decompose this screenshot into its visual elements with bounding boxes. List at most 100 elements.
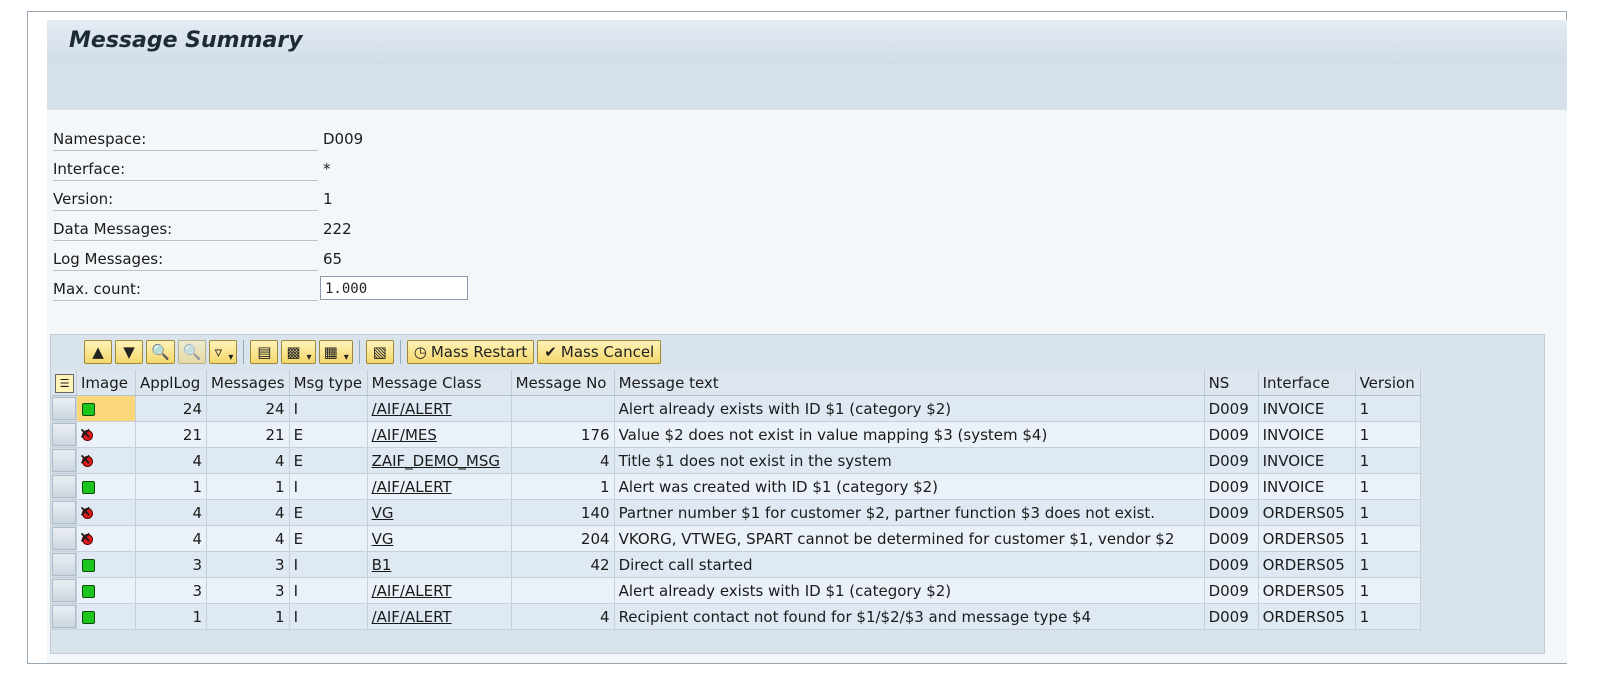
message-class-cell[interactable]: VG bbox=[367, 499, 512, 526]
col-appllog[interactable]: ApplLog bbox=[135, 370, 207, 396]
field-label: Interface: bbox=[53, 158, 318, 181]
mass-cancel-button[interactable]: ✔ Mass Cancel bbox=[537, 340, 662, 364]
row-selector[interactable] bbox=[52, 421, 77, 448]
message-class-cell[interactable]: /AIF/ALERT bbox=[367, 603, 512, 630]
col-version[interactable]: Version bbox=[1355, 370, 1421, 396]
details-icon[interactable]: ▲ bbox=[84, 340, 112, 364]
message-class-link[interactable]: /AIF/ALERT bbox=[372, 400, 452, 418]
appllog-cell[interactable]: 4 bbox=[135, 447, 207, 474]
table-row[interactable]: × 21 21 E/AIF/MES 176 Value $2 does not exist… bbox=[52, 421, 1421, 448]
mass-restart-button[interactable]: ◷ Mass Restart bbox=[406, 340, 535, 364]
status-image-cell[interactable]: × bbox=[76, 499, 136, 526]
table-row[interactable]: × 4 4 E VG 140 Partner number $1 for customer … bbox=[52, 499, 1421, 526]
message-class-link[interactable]: ZAIF_DEMO_MSG bbox=[372, 452, 500, 470]
message-class-link[interactable]: /AIF/ALERT bbox=[372, 478, 452, 496]
messages-cell[interactable]: 3 bbox=[206, 551, 290, 578]
table-row[interactable]: 3 3 I B1 42 Direct call started D009 ORDERS05 1 bbox=[52, 551, 1421, 578]
status-image-cell[interactable] bbox=[76, 551, 136, 578]
status-image-cell[interactable] bbox=[76, 473, 136, 500]
messages-cell[interactable]: 21 bbox=[206, 421, 290, 448]
row-selector[interactable] bbox=[52, 525, 77, 552]
message-class-link[interactable]: VG bbox=[372, 504, 394, 522]
status-image-cell[interactable] bbox=[76, 395, 136, 422]
row-selector[interactable] bbox=[52, 473, 77, 500]
row-selector[interactable] bbox=[52, 499, 77, 526]
msg-type-cell: E bbox=[289, 499, 368, 526]
ns-cell: D009 bbox=[1204, 603, 1259, 630]
table-row[interactable]: × 4 4 E VG 204 VKORG, VTWEG, SPART cannot be d… bbox=[52, 525, 1421, 552]
message-class-cell[interactable]: VG bbox=[367, 525, 512, 552]
select-all-icon[interactable]: ☰ bbox=[55, 373, 74, 393]
appllog-cell[interactable]: 1 bbox=[135, 603, 207, 630]
messages-cell[interactable]: 3 bbox=[206, 577, 290, 604]
messages-cell[interactable]: 4 bbox=[206, 499, 290, 526]
select-all-cell[interactable]: ☰ bbox=[52, 370, 77, 396]
appllog-cell[interactable]: 3 bbox=[135, 577, 207, 604]
filter-icon[interactable]: ▿ bbox=[209, 340, 238, 364]
col-image[interactable]: Image bbox=[76, 370, 136, 396]
appllog-cell[interactable]: 21 bbox=[135, 421, 207, 448]
status-image-cell[interactable] bbox=[76, 603, 136, 630]
find-next-icon[interactable]: 🔍 bbox=[177, 340, 207, 364]
table-row[interactable]: 24 24 I/AIF/ALERT Alert already exists with… bbox=[52, 395, 1421, 422]
status-image-cell[interactable]: × bbox=[76, 421, 136, 448]
max-count-input[interactable]: 1.000 bbox=[320, 276, 468, 300]
message-class-link[interactable]: /AIF/ALERT bbox=[372, 608, 452, 626]
messages-cell[interactable]: 4 bbox=[206, 525, 290, 552]
message-no-cell: 42 bbox=[511, 551, 615, 578]
message-text-cell: Title $1 does not exist in the system bbox=[614, 447, 1205, 474]
message-class-cell[interactable]: /AIF/ALERT bbox=[367, 473, 512, 500]
green-status-icon bbox=[82, 584, 95, 598]
message-class-cell[interactable]: /AIF/ALERT bbox=[367, 395, 512, 422]
row-selector[interactable] bbox=[52, 447, 77, 474]
col-messages[interactable]: Messages bbox=[206, 370, 290, 396]
status-image-cell[interactable] bbox=[76, 577, 136, 604]
find-icon[interactable]: 🔍 bbox=[146, 340, 175, 364]
col-message-text[interactable]: Message text bbox=[614, 370, 1205, 396]
message-class-link[interactable]: /AIF/ALERT bbox=[372, 582, 452, 600]
message-class-cell[interactable]: /AIF/ALERT bbox=[367, 577, 512, 604]
message-text-cell: Value $2 does not exist in value mapping… bbox=[614, 421, 1205, 448]
messages-cell[interactable]: 24 bbox=[206, 395, 290, 422]
col-ns[interactable]: NS bbox=[1204, 370, 1259, 396]
message-class-cell[interactable]: B1 bbox=[367, 551, 512, 578]
status-image-cell[interactable]: × bbox=[76, 525, 136, 552]
col-message-no[interactable]: Message No bbox=[511, 370, 615, 396]
message-no-cell bbox=[511, 577, 615, 604]
abc-analysis-icon[interactable]: ▧ bbox=[365, 340, 394, 364]
export-icon[interactable]: ▩ bbox=[281, 340, 316, 364]
messages-cell[interactable]: 1 bbox=[206, 603, 290, 630]
table-row[interactable]: × 4 4 E ZAIF_DEMO_MSG 4 Title $1 does not exis… bbox=[52, 447, 1421, 474]
appllog-cell[interactable]: 1 bbox=[135, 473, 207, 500]
print-preview-icon[interactable]: ▤ bbox=[250, 340, 279, 364]
appllog-cell[interactable]: 4 bbox=[135, 499, 207, 526]
messages-cell[interactable]: 4 bbox=[206, 447, 290, 474]
version-cell: 1 bbox=[1355, 603, 1421, 630]
layout-icon[interactable]: ▦ bbox=[318, 340, 353, 364]
col-interface[interactable]: Interface bbox=[1258, 370, 1356, 396]
col-message-class[interactable]: Message Class bbox=[367, 370, 512, 396]
table-row[interactable]: 1 1 I/AIF/ALERT 4 Recipient contact not foun… bbox=[52, 603, 1421, 630]
message-class-link[interactable]: B1 bbox=[372, 556, 392, 574]
table-row[interactable]: 3 3 I/AIF/ALERT Alert already exists with I… bbox=[52, 577, 1421, 604]
version-cell: 1 bbox=[1355, 447, 1421, 474]
appllog-cell[interactable]: 4 bbox=[135, 525, 207, 552]
green-status-icon bbox=[82, 480, 95, 494]
col-msg-type[interactable]: Msg type bbox=[289, 370, 368, 396]
error-status-icon: × bbox=[79, 449, 93, 468]
message-class-link[interactable]: /AIF/MES bbox=[372, 426, 437, 444]
row-selector[interactable] bbox=[52, 551, 77, 578]
message-class-link[interactable]: VG bbox=[372, 530, 394, 548]
row-selector[interactable] bbox=[52, 603, 77, 630]
version-cell: 1 bbox=[1355, 551, 1421, 578]
table-row[interactable]: 1 1 I/AIF/ALERT 1 Alert was created with ID … bbox=[52, 473, 1421, 500]
row-selector[interactable] bbox=[52, 577, 77, 604]
sort-ascending-icon[interactable]: ▼ bbox=[115, 340, 143, 364]
messages-cell[interactable]: 1 bbox=[206, 473, 290, 500]
appllog-cell[interactable]: 24 bbox=[135, 395, 207, 422]
row-selector[interactable] bbox=[52, 395, 77, 422]
status-image-cell[interactable]: × bbox=[76, 447, 136, 474]
appllog-cell[interactable]: 3 bbox=[135, 551, 207, 578]
message-class-cell[interactable]: ZAIF_DEMO_MSG bbox=[367, 447, 512, 474]
message-class-cell[interactable]: /AIF/MES bbox=[367, 421, 512, 448]
